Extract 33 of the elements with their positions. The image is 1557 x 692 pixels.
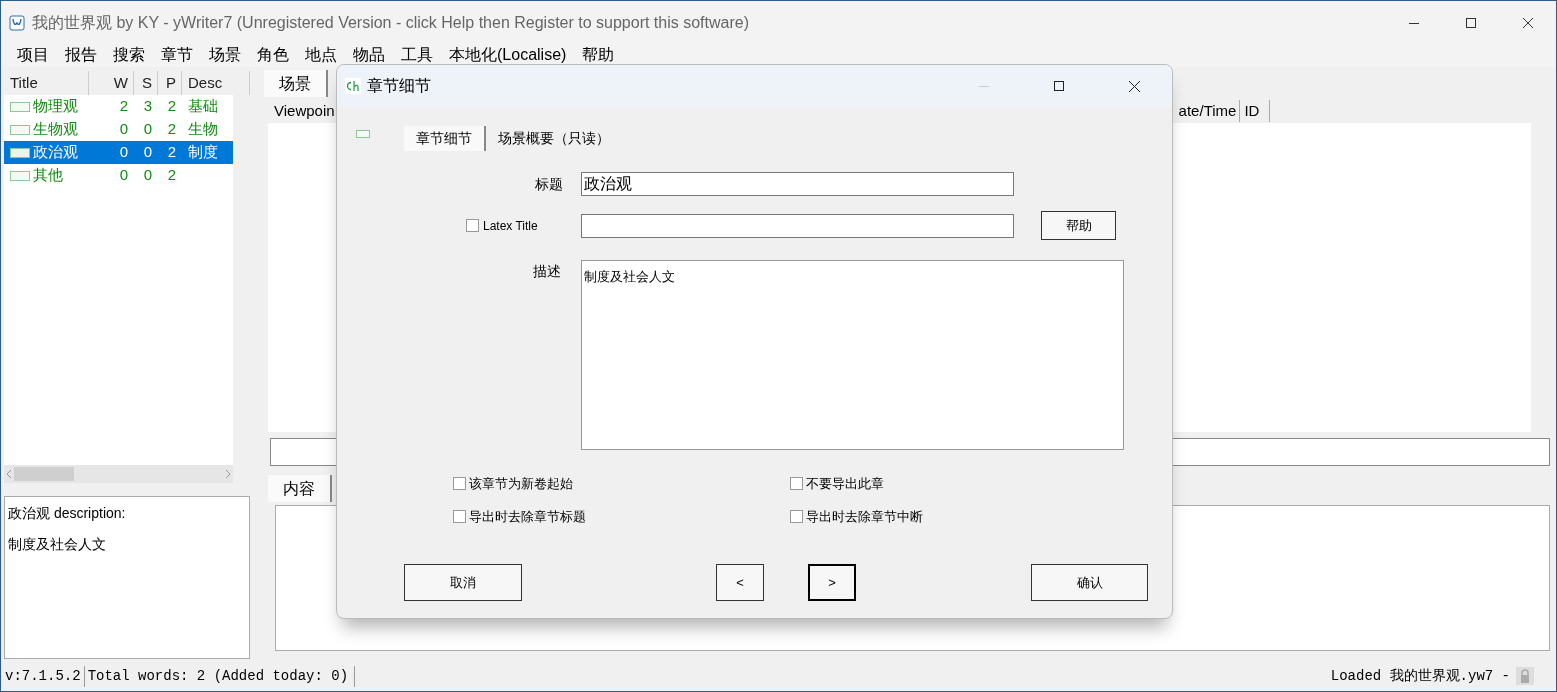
table-cell-text: 制度 xyxy=(187,142,218,163)
window-title: 我的世界观 by KY - yWriter7 (Unregistered Version - click Help then Register to support this software) xyxy=(32,13,749,33)
chapter-title: 生物观 xyxy=(33,119,78,140)
table-cell-text: 2 xyxy=(166,142,177,163)
checkbox-label: 导出时去除章节中断 xyxy=(806,507,923,526)
checkbox-label: Latex Title xyxy=(483,217,538,235)
checkbox-label: 不要导出此章 xyxy=(806,475,884,493)
table-cell-text: 2 xyxy=(166,96,177,117)
table-cell-text: 生物 xyxy=(187,119,218,140)
description-text: 制度及社会人文 xyxy=(8,535,107,554)
table-cell-text: 2 xyxy=(118,96,129,117)
table-cell-text: 2 xyxy=(166,165,177,186)
table-cell-text: 2 xyxy=(166,119,177,140)
table-cell-text: 0 xyxy=(142,142,153,163)
table-cell-text: 0 xyxy=(118,119,129,140)
chapter-title: 物理观 xyxy=(33,96,78,117)
chapter-title: 政治观 xyxy=(33,142,78,163)
status-version: v:7.1.5.2 xyxy=(1,665,85,687)
table-cell-text: 0 xyxy=(142,165,153,186)
description-heading: 政治观 description: xyxy=(8,504,127,523)
status-loaded: Loaded 我的世界观.yw7 - xyxy=(1330,666,1510,686)
field-label: 标题 xyxy=(534,174,563,194)
status-words: Total words: 2 (Added today: 0) xyxy=(84,665,356,687)
table-cell-text: 基础 xyxy=(187,96,218,117)
field-label: 描述 xyxy=(532,262,561,281)
table-cell-text: 0 xyxy=(118,142,129,163)
table-cell-text: 3 xyxy=(142,96,153,117)
table-cell-text: 0 xyxy=(142,119,153,140)
checkbox-label: 该章节为新卷起始 xyxy=(469,475,573,493)
checkbox-label: 导出时去除章节标题 xyxy=(469,507,586,526)
chapter-title: 其他 xyxy=(33,165,63,186)
table-cell-text: 0 xyxy=(118,165,129,186)
dialog-title: 章节细节 xyxy=(367,76,431,96)
